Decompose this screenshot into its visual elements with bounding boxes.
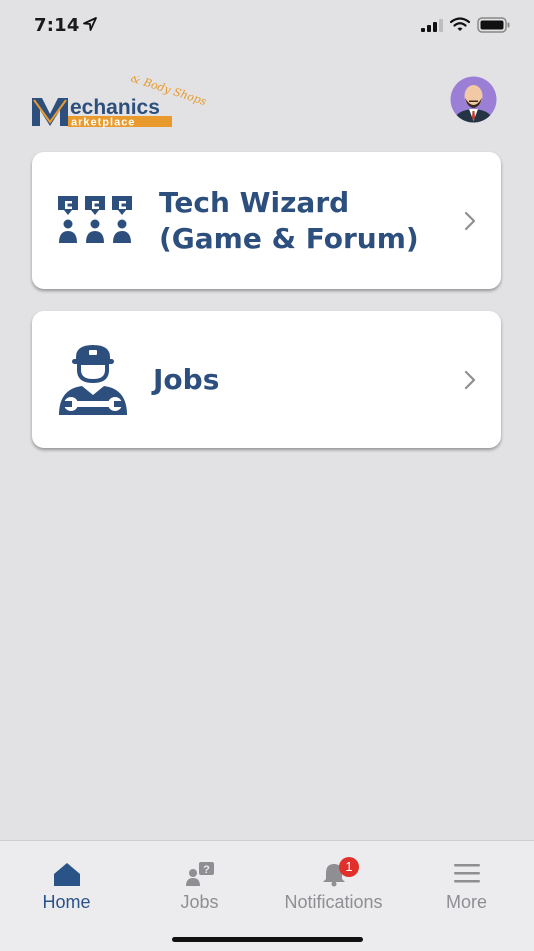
tab-bar: Home ? Jobs 1 Notifications More bbox=[0, 840, 534, 951]
tab-jobs[interactable]: ? Jobs bbox=[133, 841, 266, 921]
location-arrow-icon bbox=[83, 17, 97, 31]
tech-wizard-title-line2: (Game & Forum) bbox=[159, 222, 419, 255]
jobs-card[interactable]: Jobs bbox=[32, 311, 501, 448]
cellular-signal-icon bbox=[421, 19, 443, 32]
status-bar: 7:14 bbox=[0, 0, 534, 50]
group-chat-icon bbox=[58, 196, 132, 243]
mechanic-icon bbox=[59, 345, 127, 415]
jobs-title: Jobs bbox=[153, 363, 220, 396]
jobs-question-icon: ? bbox=[185, 862, 214, 886]
tech-wizard-card[interactable]: Tech Wizard (Game & Forum) bbox=[32, 152, 501, 289]
tab-more-label: More bbox=[445, 892, 487, 912]
tech-wizard-title-line1: Tech Wizard bbox=[159, 186, 350, 219]
tab-home-label: Home bbox=[42, 892, 91, 912]
logo-graphic: echanics arketplace & Body Shops bbox=[32, 72, 208, 129]
tab-more[interactable]: More bbox=[400, 841, 533, 921]
header: echanics arketplace & Body Shops bbox=[0, 70, 534, 130]
tab-home[interactable]: Home bbox=[0, 841, 133, 921]
wifi-icon bbox=[450, 17, 470, 31]
notification-badge: 1 bbox=[339, 857, 359, 877]
mechanics-marketplace-logo[interactable]: echanics arketplace & Body Shops bbox=[30, 72, 220, 130]
tab-notifications[interactable]: 1 Notifications bbox=[267, 841, 400, 921]
home-indicator bbox=[172, 937, 363, 942]
svg-text:?: ? bbox=[203, 864, 210, 876]
home-icon bbox=[53, 863, 80, 886]
profile-avatar[interactable] bbox=[445, 76, 502, 123]
chevron-right-icon bbox=[464, 370, 476, 390]
battery-icon bbox=[477, 17, 510, 33]
tech-wizard-title: Tech Wizard (Game & Forum) bbox=[159, 185, 419, 257]
status-time: 7:14 bbox=[34, 15, 80, 36]
tab-jobs-label: Jobs bbox=[180, 892, 219, 912]
hamburger-icon bbox=[453, 864, 480, 883]
chevron-right-icon bbox=[464, 211, 476, 231]
logo-line2: arketplace bbox=[71, 117, 135, 129]
user-avatar-icon bbox=[450, 76, 497, 123]
tab-notifications-label: Notifications bbox=[284, 892, 383, 912]
